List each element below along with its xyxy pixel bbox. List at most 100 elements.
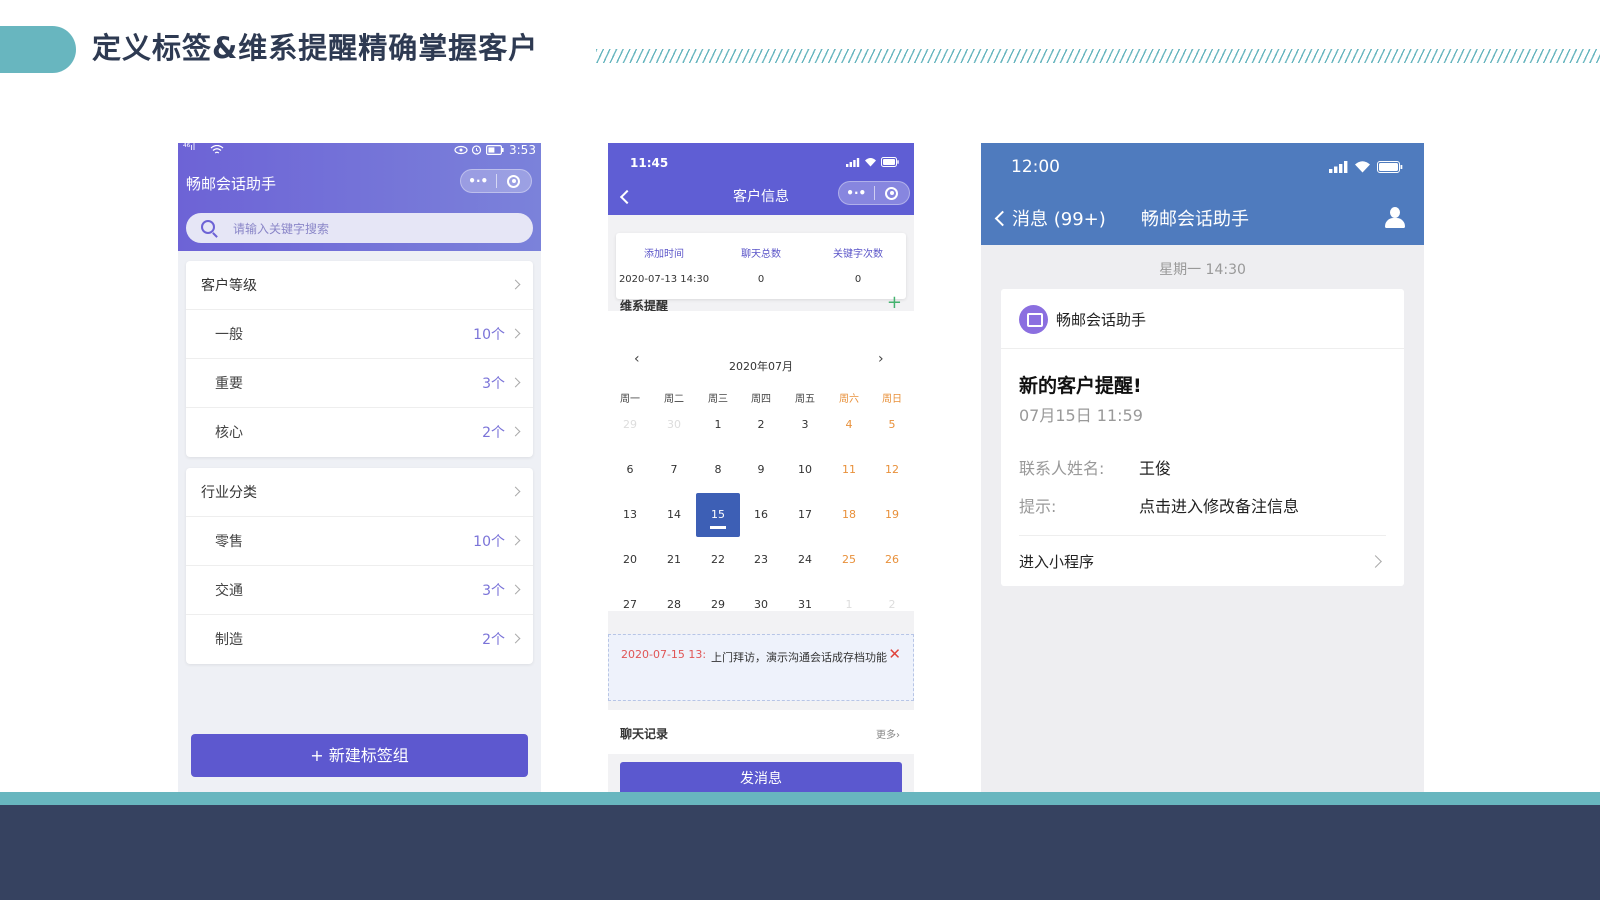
tag-item[interactable]: 制造 2个 [186,615,533,664]
tag-item[interactable]: 核心 2个 [186,408,533,457]
phone-service-notification: 12:00 消息 (99+) 畅邮会话助手 星期一 14:30 畅邮会话助手 新… [981,143,1424,792]
calendar-day[interactable]: 13 [608,493,652,537]
calendar-day[interactable]: 8 [696,448,740,492]
chevron-right-icon [510,486,521,497]
footer-band [0,805,1600,900]
stat-keyword-count: 关键字次数 0 [810,245,906,285]
assistant-logo-icon [1019,305,1048,334]
calendar-day[interactable]: 21 [652,538,696,582]
stat-value: 2020-07-13 14:30 [618,274,710,285]
more-link[interactable]: 更多› [876,726,900,741]
calendar-day[interactable]: 23 [739,538,783,582]
more-button[interactable]: •·• [461,170,496,192]
calendar-day[interactable]: 15 [696,493,740,537]
calendar-day[interactable]: 18 [827,493,871,537]
chevron-right-icon [510,426,521,437]
header: ⁴⁶ıl 3:53 畅邮会话助手 •·• 请输入关键字搜索 [178,143,541,251]
source-name: 畅邮会话助手 [1056,311,1147,329]
chevron-right-icon [510,377,521,388]
send-message-button[interactable]: 发消息 [620,762,902,792]
tag-label: 零售 [215,534,243,550]
tag-group-card: 客户等级 一般 10个 重要 3个 核心 2个 [186,261,533,457]
field-key: 联系人姓名: [1019,459,1105,478]
footer-accent-band [0,792,1600,805]
calendar-day[interactable]: 31 [783,583,827,627]
slide-title: 定义标签&维系提醒精确掌握客户 [92,31,539,65]
calendar-day[interactable]: 5 [870,403,914,447]
tag-group-header[interactable]: 行业分类 [186,468,533,517]
reminder-note[interactable]: 2020-07-15 13: 上门拜访，演示沟通会话成存档功能 ✕ [608,634,914,701]
tag-group-title: 客户等级 [201,278,257,294]
tag-label: 一般 [215,327,243,343]
stat-label: 关键字次数 [833,249,883,260]
new-tag-group-button[interactable]: + 新建标签组 [191,734,528,777]
calendar-day[interactable]: 17 [783,493,827,537]
calendar-day[interactable]: 10 [783,448,827,492]
add-reminder-button[interactable]: + [887,292,902,313]
calendar-day[interactable]: 3 [783,403,827,447]
close-button[interactable] [874,186,909,200]
chat-title: 畅邮会话助手 [1141,209,1249,230]
tag-item[interactable]: 一般 10个 [186,310,533,359]
calendar-day[interactable]: 22 [696,538,740,582]
tag-label: 核心 [215,425,243,441]
calendar-day[interactable]: 11 [827,448,871,492]
signal-icon: ⁴⁶ıl [183,143,196,153]
back-label[interactable]: 消息 (99+) [1012,205,1106,231]
slide: 定义标签&维系提醒精确掌握客户 ⁴⁶ıl 3:53 畅邮会话助手 •·• 请输入… [0,0,1600,900]
calendar-day[interactable]: 27 [608,583,652,627]
status-time: 11:45 [630,156,669,170]
search-input[interactable]: 请输入关键字搜索 [186,213,533,243]
mini-program-capsule: •·• [460,169,532,193]
close-button[interactable] [496,174,531,188]
tag-group-card: 行业分类 零售 10个 交通 3个 制造 2个 [186,468,533,664]
wifi-icon [865,158,876,167]
calendar-day[interactable]: 16 [739,493,783,537]
notification-card: 畅邮会话助手 新的客户提醒! 07月15日 11:59 联系人姓名: 王俊 提示… [1001,289,1404,586]
chevron-right-icon [510,633,521,644]
title-accent-pill [0,26,76,73]
calendar-day[interactable]: 7 [652,448,696,492]
calendar-day[interactable]: 24 [783,538,827,582]
calendar-day[interactable]: 25 [827,538,871,582]
more-button[interactable]: •·• [839,182,874,204]
calendar-day[interactable]: 29 [696,583,740,627]
target-icon [507,174,521,188]
calendar-day[interactable]: 20 [608,538,652,582]
calendar-day[interactable]: 14 [652,493,696,537]
calendar-day[interactable]: 19 [870,493,914,537]
calendar-day[interactable]: 12 [870,448,914,492]
back-button[interactable] [994,210,1011,227]
next-month-button[interactable]: › [878,351,884,367]
tag-item[interactable]: 重要 3个 [186,359,533,408]
phone-customer-info: 11:45 客户信息 •·• 添加时间 2020-07-13 14:30 聊天总… [608,143,914,792]
tag-label: 交通 [215,583,243,599]
calendar-day[interactable]: 1 [696,403,740,447]
close-icon[interactable]: ✕ [888,645,901,663]
tag-item[interactable]: 零售 10个 [186,517,533,566]
search-placeholder: 请输入关键字搜索 [233,222,330,236]
stat-chat-total: 聊天总数 0 [713,245,809,285]
user-icon[interactable] [1384,207,1406,229]
calendar-day[interactable]: 2 [739,403,783,447]
status-time: 12:00 [1011,157,1060,177]
alarm-icon [471,145,482,155]
calendar-day[interactable]: 6 [608,448,652,492]
calendar-day[interactable]: 26 [870,538,914,582]
open-mini-program-link[interactable]: 进入小程序 [1019,551,1094,572]
calendar-day[interactable]: 4 [827,403,871,447]
calendar-day[interactable]: 30 [739,583,783,627]
chevron-right-icon [1369,555,1382,568]
phone-tag-manager: ⁴⁶ıl 3:53 畅邮会话助手 •·• 请输入关键字搜索 客户等级 一般 10… [178,143,541,792]
calendar-day[interactable]: 28 [652,583,696,627]
chevron-right-icon [510,328,521,339]
tag-item[interactable]: 交通 3个 [186,566,533,615]
tag-count: 2个 [482,632,505,648]
calendar-day[interactable]: 9 [739,448,783,492]
title-hatch-line [596,49,1600,63]
app-title: 畅邮会话助手 [186,175,277,193]
chevron-right-icon [510,279,521,290]
tag-group-title: 行业分类 [201,485,257,501]
status-time: 3:53 [509,143,536,157]
tag-group-header[interactable]: 客户等级 [186,261,533,310]
